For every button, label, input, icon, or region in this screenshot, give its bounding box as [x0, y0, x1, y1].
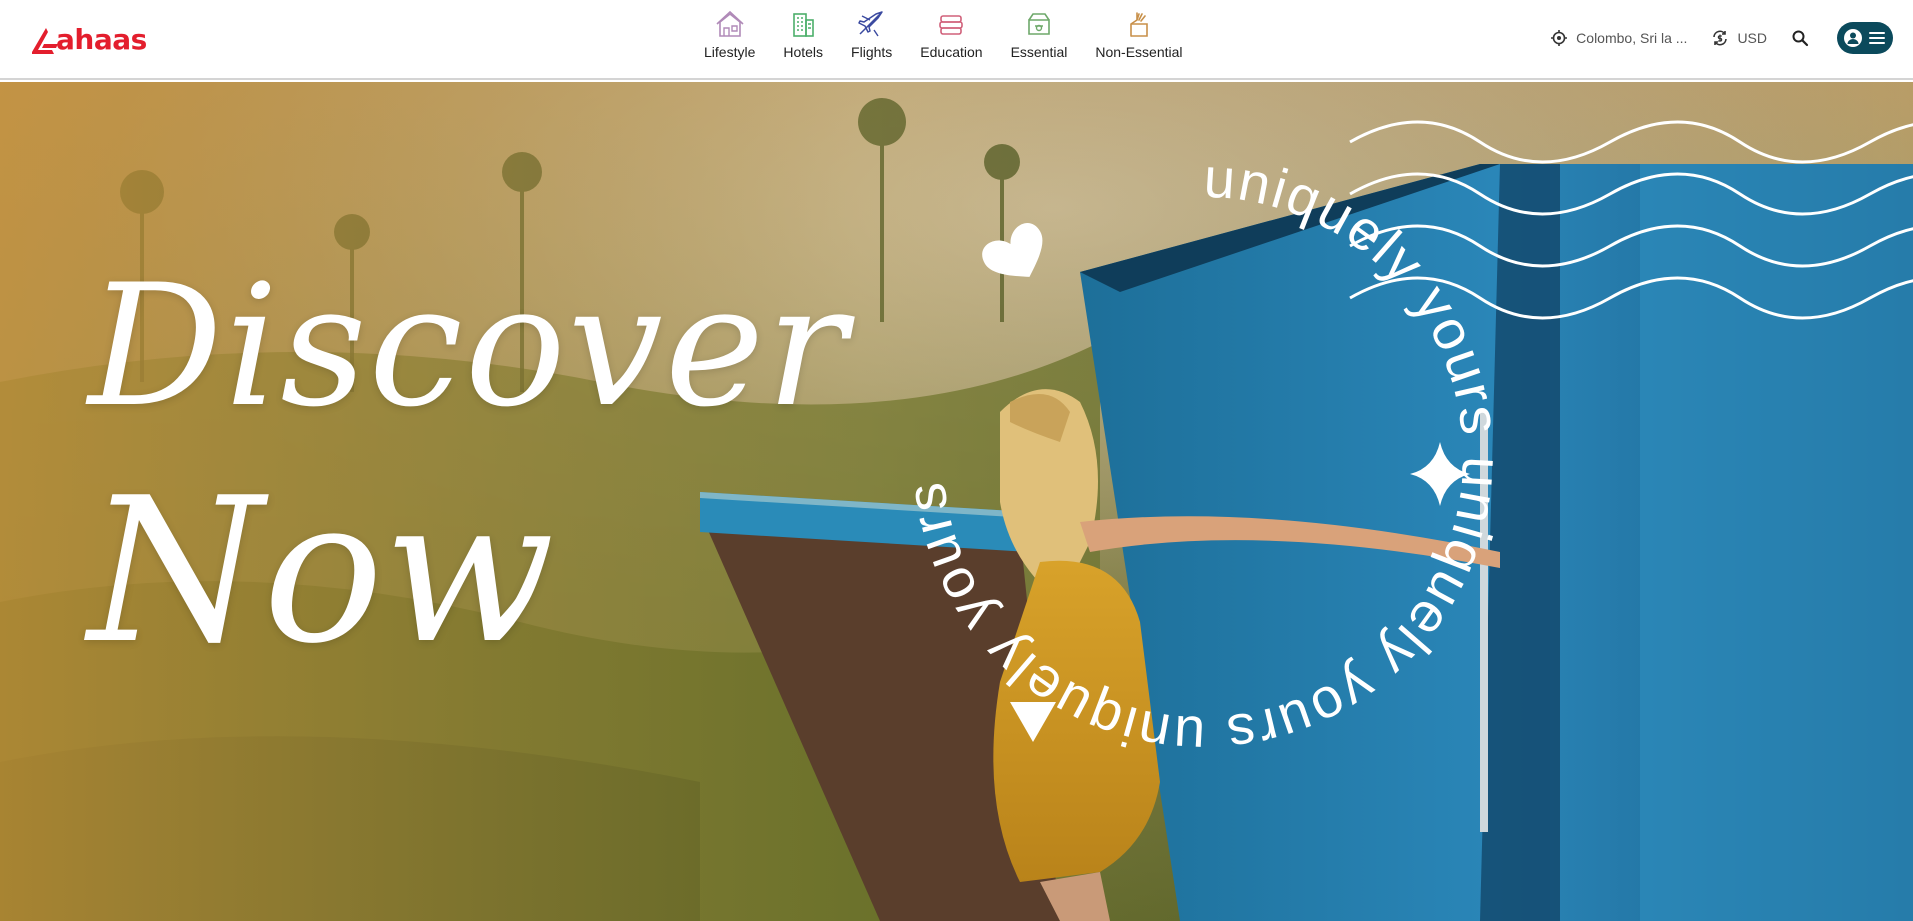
nav-label: Essential	[1010, 44, 1068, 60]
nav-label: Education	[920, 44, 983, 60]
nav-label: Lifestyle	[704, 44, 756, 60]
user-avatar-icon	[1844, 29, 1862, 47]
header-tools: Colombo, Sri la ... USD	[1550, 20, 1893, 56]
hero-banner: Discover Now uniquely yours uniquely you…	[0, 82, 1913, 921]
flight-icon	[857, 11, 883, 37]
nav-item-non-essential[interactable]: Non-Essential	[1081, 8, 1196, 60]
location-selector[interactable]: Colombo, Sri la ...	[1550, 29, 1687, 47]
non-essential-icon	[1130, 12, 1148, 37]
currency-selector[interactable]: USD	[1711, 29, 1767, 47]
lifestyle-icon	[716, 10, 744, 37]
location-label: Colombo, Sri la ...	[1576, 30, 1688, 46]
category-nav: Lifestyle Hotels Flights Education Essen…	[690, 8, 1197, 72]
nav-item-lifestyle[interactable]: Lifestyle	[690, 8, 769, 60]
essential-icon	[1028, 13, 1050, 35]
nav-label: Flights	[851, 44, 893, 60]
nav-label: Hotels	[783, 44, 824, 60]
currency-exchange-icon	[1713, 30, 1728, 46]
brand-name: ahaas	[56, 22, 147, 56]
top-navbar: ahaas Lifestyle Hotels Flights Education…	[0, 0, 1913, 80]
nav-label: Non-Essential	[1095, 44, 1183, 60]
nav-item-flights[interactable]: Flights	[837, 8, 906, 60]
brand-logo[interactable]: ahaas	[30, 20, 147, 58]
hero-title-line1: Discover	[88, 248, 849, 444]
search-button[interactable]	[1791, 29, 1809, 47]
education-icon	[939, 15, 964, 35]
location-target-icon	[1551, 30, 1568, 46]
hero-title-line2: Now	[88, 455, 555, 688]
nav-item-education[interactable]: Education	[906, 8, 996, 60]
currency-label: USD	[1737, 30, 1767, 46]
nav-item-hotels[interactable]: Hotels	[769, 8, 837, 60]
hotel-icon	[793, 13, 815, 37]
search-icon	[1792, 30, 1809, 47]
nav-item-essential[interactable]: Essential	[997, 8, 1082, 60]
account-menu-button[interactable]	[1837, 22, 1893, 54]
hamburger-menu-icon	[1869, 32, 1885, 44]
